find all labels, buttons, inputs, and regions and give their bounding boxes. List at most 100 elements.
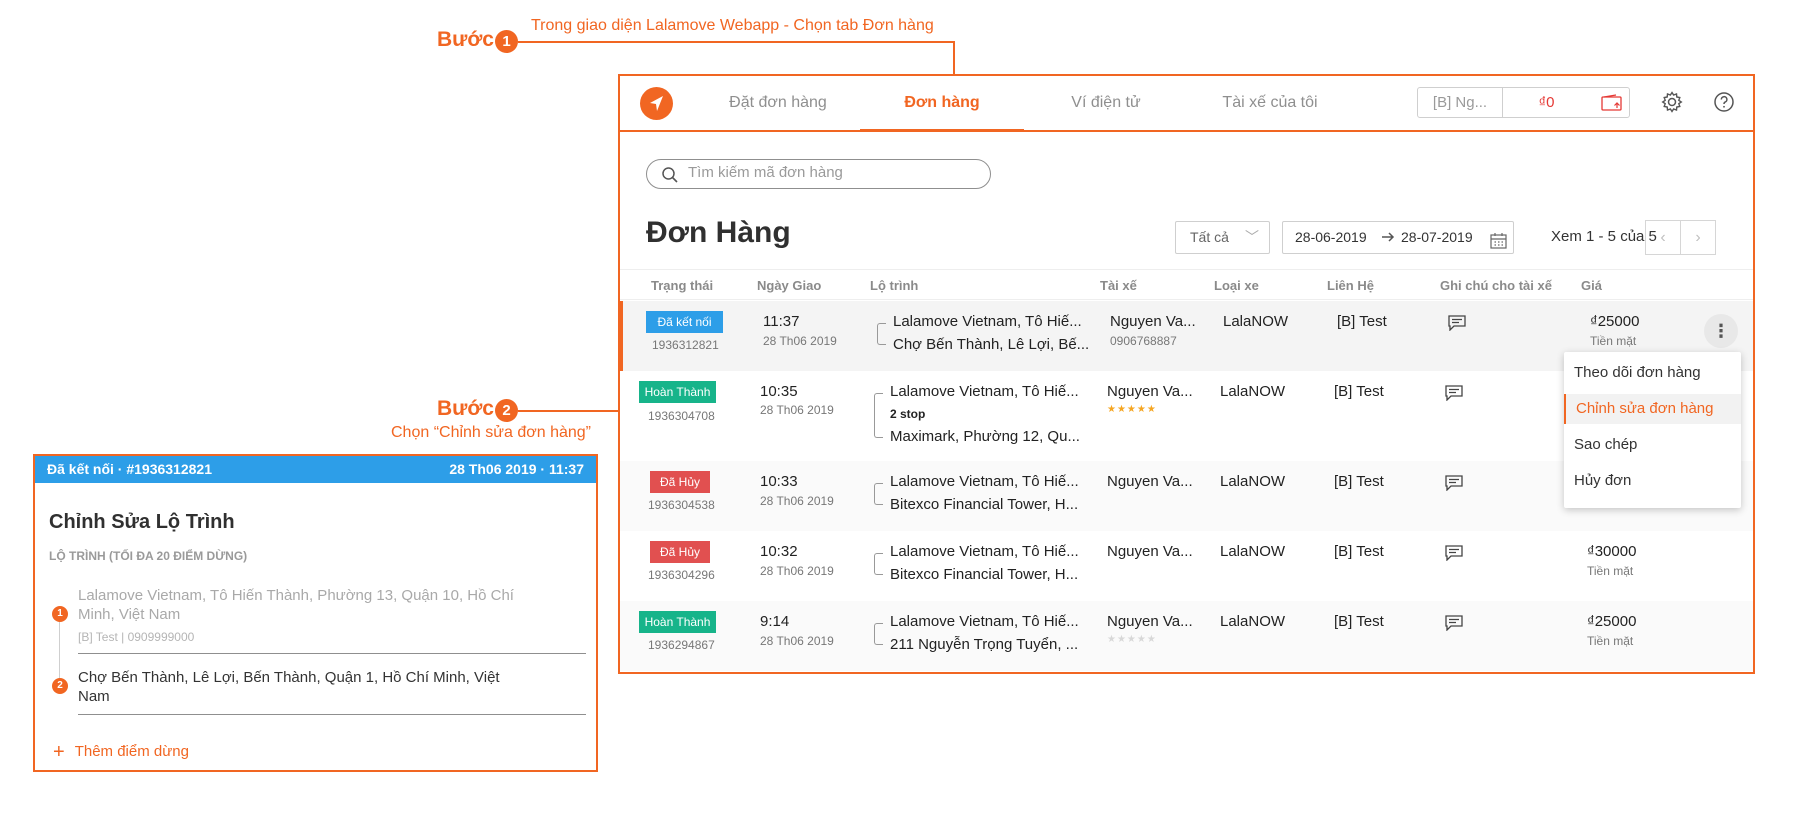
driver-name: Nguyen Va... <box>1107 473 1193 490</box>
col-contact[interactable]: Liên Hệ <box>1327 278 1374 293</box>
stop-number-2: 2 <box>52 678 68 694</box>
col-price[interactable]: Giá <box>1581 278 1602 293</box>
panel-order-datetime: 28 Th06 2019 · 11:37 <box>449 461 584 477</box>
order-time: 10:33 <box>760 473 798 490</box>
stop-address-1[interactable]: Lalamove Vietnam, Tô Hiến Thành, Phường … <box>78 586 518 624</box>
order-id: 1936304296 <box>648 568 715 582</box>
vehicle-type: LalaNOW <box>1220 543 1286 560</box>
account-name[interactable]: [B] Ng... <box>1418 88 1503 117</box>
more-options-button[interactable]: ⋮ <box>1704 314 1738 348</box>
route-connector <box>874 393 883 438</box>
payment-method: Tiền mặt <box>1590 334 1637 348</box>
order-time: 11:37 <box>763 313 800 330</box>
top-navbar: Đặt đơn hàng Đơn hàng Ví điện tử Tài xế … <box>620 76 1753 132</box>
date-to: 28-07-2019 <box>1401 229 1473 245</box>
chevron-right-icon: › <box>1695 229 1701 246</box>
calendar-icon <box>1490 229 1507 260</box>
col-vehicle[interactable]: Loại xe <box>1214 278 1259 293</box>
contact-name: [B] Test <box>1334 543 1384 560</box>
route-to: Maximark, Phường 12, Qu... <box>890 428 1080 445</box>
col-status[interactable]: Trạng thái <box>651 278 713 293</box>
message-icon[interactable] <box>1445 615 1463 636</box>
search-icon <box>662 167 678 183</box>
wallet-topup-icon[interactable] <box>1601 94 1623 116</box>
order-context-menu: Theo dõi đơn hàng Chỉnh sửa đơn hàng Sao… <box>1564 352 1741 508</box>
order-id: 1936294867 <box>648 638 715 652</box>
order-date: 28 Th06 2019 <box>760 564 834 578</box>
order-price: ₫30000 <box>1587 543 1637 560</box>
menu-item-copy[interactable]: Sao chép <box>1564 430 1741 460</box>
order-date: 28 Th06 2019 <box>760 634 834 648</box>
order-time: 10:32 <box>760 543 798 560</box>
order-id: 1936312821 <box>652 338 719 352</box>
route-to: Bitexco Financial Tower, H... <box>890 496 1079 513</box>
order-time: 9:14 <box>760 613 790 630</box>
col-driver-note[interactable]: Ghi chú cho tài xế <box>1440 278 1552 293</box>
table-row[interactable]: Đã Hủy 1936304296 10:32 28 Th06 2019 Lal… <box>620 531 1753 601</box>
gear-icon[interactable] <box>1661 91 1683 118</box>
tab-wallet[interactable]: Ví điện tử <box>1024 76 1188 132</box>
add-stop-label: Thêm điểm dừng <box>74 743 189 760</box>
stop-address-2[interactable]: Chợ Bến Thành, Lê Lợi, Bến Thành, Quận 1… <box>78 668 518 706</box>
edit-route-panel: Đã kết nối · #1936312821 28 Th06 2019 · … <box>33 454 598 772</box>
route-from: Lalamove Vietnam, Tô Hiế... <box>890 383 1079 400</box>
status-badge: Hoàn Thành <box>639 611 716 633</box>
status-badge: Đã Hủy <box>650 471 710 493</box>
next-page-button[interactable]: › <box>1680 220 1716 255</box>
step1-text: Trong giao diện Lalamove Webapp - Chọn t… <box>531 17 934 34</box>
col-date[interactable]: Ngày Giao <box>757 278 821 293</box>
panel-title: Chỉnh Sửa Lộ Trình <box>49 511 235 533</box>
tab-orders[interactable]: Đơn hàng <box>860 76 1024 132</box>
driver-rating-stars: ★★★★★ <box>1107 404 1157 415</box>
order-time: 10:35 <box>760 383 798 400</box>
col-driver[interactable]: Tài xế <box>1100 278 1137 293</box>
stop-contact-1: [B] Test | 0909999000 <box>78 630 195 644</box>
panel-subtitle: LỘ TRÌNH (TỐI ĐA 20 ĐIỂM DỪNG) <box>49 549 248 563</box>
order-price: ₫25000 <box>1587 613 1637 630</box>
route-connector <box>877 323 886 345</box>
contact-name: [B] Test <box>1337 313 1387 330</box>
col-route[interactable]: Lộ trình <box>870 278 918 293</box>
driver-name: Nguyen Va... <box>1107 543 1193 560</box>
driver-rating-stars: ★★★★★ <box>1107 634 1157 645</box>
driver-name: Nguyen Va... <box>1110 313 1196 330</box>
status-badge: Hoàn Thành <box>639 381 716 403</box>
vehicle-type: LalaNOW <box>1220 473 1286 490</box>
date-range-picker[interactable]: 28-06-2019 28-07-2019 <box>1282 221 1514 254</box>
tab-my-drivers[interactable]: Tài xế của tôi <box>1188 76 1352 132</box>
panel-header: Đã kết nối · #1936312821 28 Th06 2019 · … <box>35 456 596 483</box>
prev-page-button[interactable]: ‹ <box>1645 220 1681 255</box>
lalamove-logo-icon[interactable] <box>640 87 673 120</box>
route-connector <box>874 553 883 575</box>
menu-item-edit-order[interactable]: Chỉnh sửa đơn hàng <box>1564 394 1741 424</box>
route-to: Chợ Bến Thành, Lê Lợi, Bế... <box>893 336 1090 353</box>
step1-number: 1 <box>495 30 518 53</box>
account-box: [B] Ng... ₫0 <box>1417 87 1630 118</box>
order-date: 28 Th06 2019 <box>760 494 834 508</box>
wallet-balance[interactable]: ₫0 <box>1504 88 1589 117</box>
contact-name: [B] Test <box>1334 383 1384 400</box>
chevron-down-icon: ﹀ <box>1245 229 1259 245</box>
message-icon[interactable] <box>1445 545 1463 566</box>
route-from: Lalamove Vietnam, Tô Hiế... <box>890 613 1079 630</box>
stop-divider <box>78 653 586 654</box>
stop-number-1: 1 <box>52 606 68 622</box>
webapp-window: Đặt đơn hàng Đơn hàng Ví điện tử Tài xế … <box>618 74 1755 674</box>
route-from: Lalamove Vietnam, Tô Hiế... <box>893 313 1082 330</box>
help-icon[interactable] <box>1713 91 1735 118</box>
message-icon[interactable] <box>1448 315 1466 336</box>
menu-item-cancel-order[interactable]: Hủy đơn <box>1564 466 1741 496</box>
tab-place-order[interactable]: Đặt đơn hàng <box>696 76 860 132</box>
order-date: 28 Th06 2019 <box>763 334 837 348</box>
menu-item-track-order[interactable]: Theo dõi đơn hàng <box>1564 358 1741 388</box>
table-row[interactable]: Hoàn Thành 1936294867 9:14 28 Th06 2019 … <box>620 601 1753 671</box>
message-icon[interactable] <box>1445 385 1463 406</box>
order-id: 1936304538 <box>648 498 715 512</box>
status-filter-select[interactable]: Tất cả ﹀ <box>1175 221 1270 254</box>
message-icon[interactable] <box>1445 475 1463 496</box>
search-input[interactable] <box>688 164 978 181</box>
status-filter-value: Tất cả <box>1190 229 1229 245</box>
add-stop-button[interactable]: + Thêm điểm dừng <box>53 741 189 764</box>
step2-number: 2 <box>495 399 518 422</box>
step2-label: Bước <box>437 397 494 420</box>
